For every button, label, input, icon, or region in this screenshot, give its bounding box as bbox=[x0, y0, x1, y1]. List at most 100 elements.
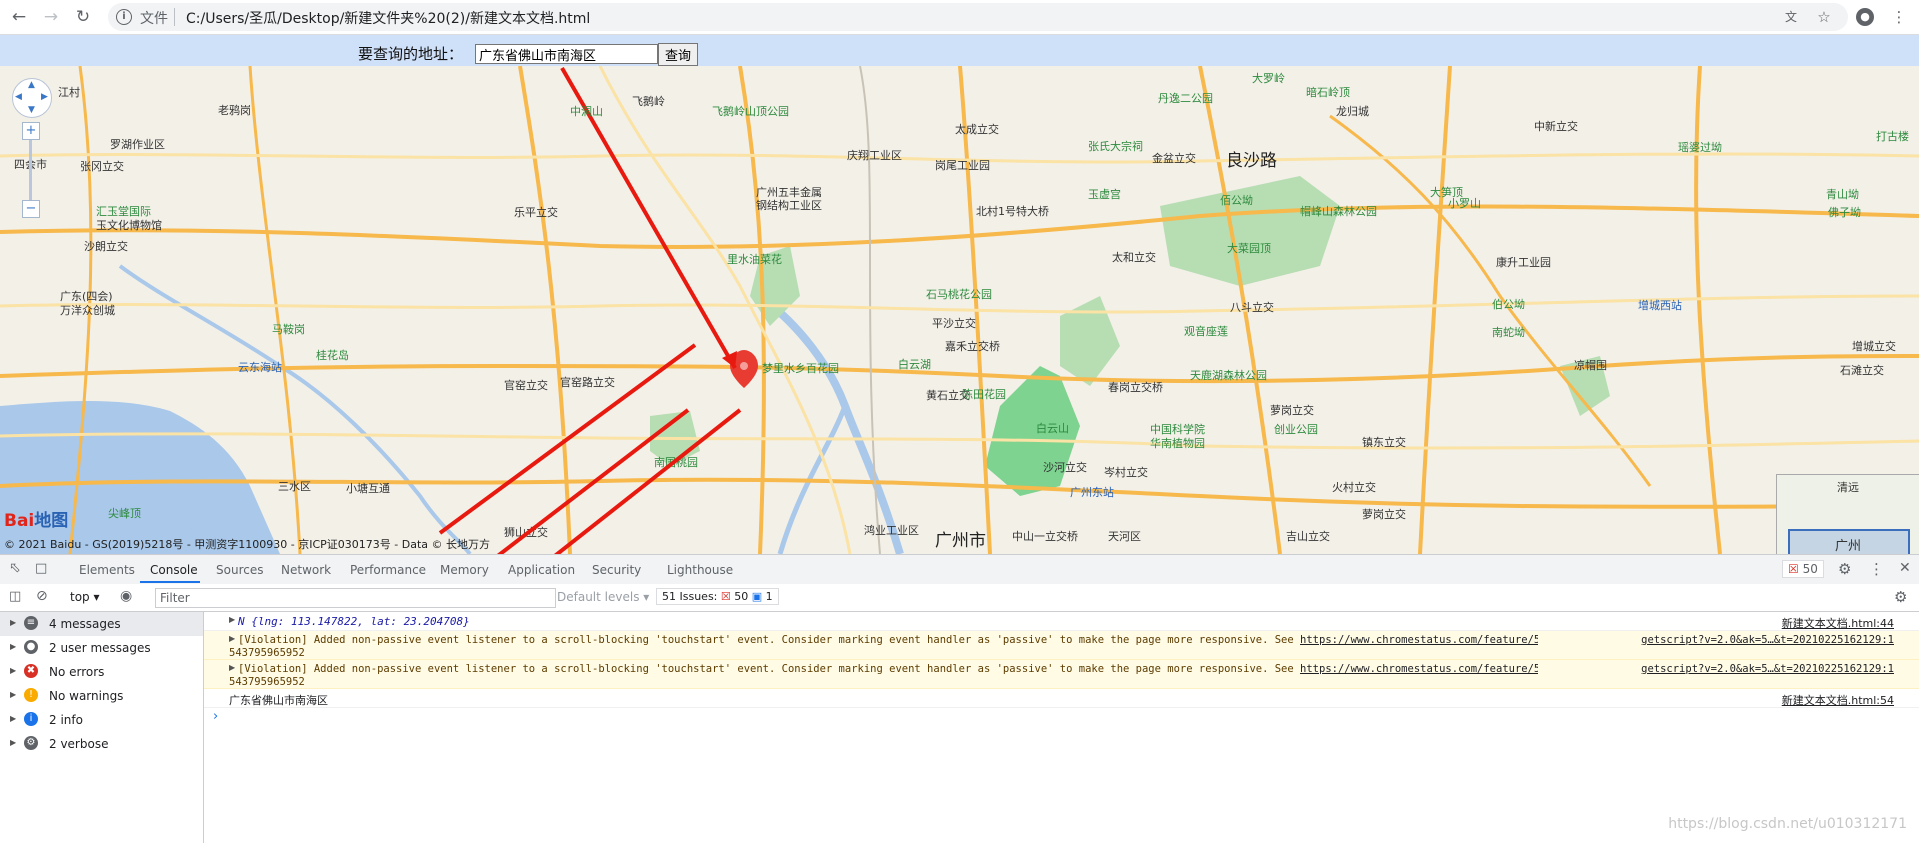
expand-icon[interactable]: ▶ bbox=[10, 690, 16, 699]
map-label[interactable]: 里水油菜花 bbox=[727, 251, 782, 267]
issues-button[interactable]: 51 Issues: ☒ 50 ▣ 1 bbox=[656, 588, 779, 605]
tab-performance[interactable]: Performance bbox=[350, 563, 426, 577]
expand-icon[interactable]: ▶ bbox=[229, 615, 235, 624]
pan-control[interactable]: ▲ ▼ ◀ ▶ bbox=[12, 78, 52, 118]
map-label[interactable]: 增城西站 bbox=[1638, 297, 1682, 313]
console-message[interactable]: ▶ N {lng: 113.147822, lat: 23.204708} 新建… bbox=[204, 612, 1919, 631]
expand-icon[interactable]: ▶ bbox=[229, 663, 235, 672]
map-label[interactable]: 青山坳 bbox=[1826, 186, 1859, 202]
tab-memory[interactable]: Memory bbox=[440, 563, 489, 577]
address-input[interactable] bbox=[475, 44, 658, 64]
tab-application[interactable]: Application bbox=[508, 563, 575, 577]
expand-icon[interactable]: ▶ bbox=[229, 634, 235, 643]
tab-sources[interactable]: Sources bbox=[216, 563, 263, 577]
map-label[interactable]: 华南植物园 bbox=[1150, 435, 1205, 451]
profile-avatar-icon[interactable]: ● bbox=[1856, 8, 1874, 26]
map-label[interactable]: 白云湖 bbox=[898, 356, 931, 372]
map-label[interactable]: 南蛇坳 bbox=[1492, 324, 1525, 340]
console-message-violation[interactable]: ▶ [Violation] Added non-passive event li… bbox=[204, 660, 1919, 689]
console-message[interactable]: 广东省佛山市南海区 新建文本文档.html:54 bbox=[204, 689, 1919, 708]
map-label[interactable]: 玉虚宫 bbox=[1088, 186, 1121, 202]
url-text[interactable]: C:/Users/圣瓜/Desktop/新建文件夹%20(2)/新建文本文档.h… bbox=[186, 8, 590, 28]
map-label[interactable]: 张氏大宗祠 bbox=[1088, 138, 1143, 154]
map-label[interactable]: 观音座莲 bbox=[1184, 323, 1228, 339]
pan-down-icon[interactable]: ▼ bbox=[28, 105, 35, 115]
map-label[interactable]: 梦里水乡百花园 bbox=[762, 360, 839, 376]
sidebar-item[interactable]: ▶ ✖ No errors bbox=[0, 660, 203, 684]
filter-input[interactable]: Filter bbox=[155, 588, 556, 608]
message-source-link[interactable]: 新建文本文档.html:54 bbox=[1782, 692, 1894, 708]
more-options-icon[interactable]: ⋮ bbox=[1869, 560, 1884, 578]
map-label[interactable]: 广州东站 bbox=[1070, 484, 1114, 500]
message-source-link[interactable]: getscript?v=2.0&ak=5…&t=20210225162129:1 bbox=[1641, 663, 1894, 675]
pan-up-icon[interactable]: ▲ bbox=[28, 80, 35, 90]
log-levels-dropdown[interactable]: Default levels ▾ bbox=[557, 590, 649, 604]
context-selector[interactable]: top ▾ bbox=[70, 590, 100, 604]
map-label[interactable]: 尖峰顶 bbox=[108, 505, 141, 521]
violation-link[interactable]: https://www.chromestatus.com/feature/574… bbox=[1300, 663, 1538, 675]
search-button[interactable]: 查询 bbox=[658, 43, 699, 66]
device-toolbar-icon[interactable]: □ bbox=[35, 561, 47, 576]
menu-icon[interactable]: ⋮ bbox=[1890, 8, 1908, 26]
map-label[interactable]: 伯公坳 bbox=[1492, 296, 1525, 312]
sidebar-item[interactable]: ▶! No warnings bbox=[0, 684, 203, 708]
close-devtools-icon[interactable]: ✕ bbox=[1899, 560, 1911, 576]
console-settings-gear-icon[interactable]: ⚙ bbox=[1894, 588, 1907, 606]
map-label[interactable]: 桂花岛 bbox=[316, 347, 349, 363]
zoom-out-button[interactable]: − bbox=[22, 200, 40, 218]
overview-map[interactable]: 清远 广州 bbox=[1776, 474, 1919, 554]
map-label[interactable]: 佛子坳 bbox=[1828, 204, 1861, 220]
info-icon[interactable]: i bbox=[116, 9, 132, 25]
map-label[interactable]: 暗石岭顶 bbox=[1306, 84, 1350, 100]
console-message-violation[interactable]: ▶ [Violation] Added non-passive event li… bbox=[204, 631, 1919, 660]
sidebar-toggle-icon[interactable]: ◫ bbox=[9, 589, 21, 604]
expand-icon[interactable]: ▶ bbox=[10, 666, 16, 675]
map-label[interactable]: 瑶婆过坳 bbox=[1678, 139, 1722, 155]
map-label[interactable]: 大菜园顶 bbox=[1227, 240, 1271, 256]
inspect-icon[interactable]: ⬁ bbox=[9, 560, 21, 576]
map-canvas[interactable]: 江村老鸦岗罗湖作业区四会市张冈立交汇玉堂国际玉文化博物馆沙朗立交广东(四会)万洋… bbox=[0, 66, 1919, 554]
forward-icon[interactable]: → bbox=[40, 6, 62, 28]
expand-icon[interactable]: ▶ bbox=[10, 642, 16, 651]
map-label[interactable]: 佰公坳 bbox=[1220, 192, 1253, 208]
map-label[interactable]: 马鞍岗 bbox=[272, 321, 305, 337]
expand-icon[interactable]: ▶ bbox=[10, 618, 16, 627]
expand-icon[interactable]: ▶ bbox=[10, 714, 16, 723]
reload-icon[interactable]: ↻ bbox=[72, 6, 94, 28]
map-label[interactable]: 丹逸二公园 bbox=[1158, 90, 1213, 106]
clear-console-icon[interactable]: ⊘ bbox=[36, 588, 48, 604]
map-label[interactable]: 南国桃园 bbox=[654, 454, 698, 470]
map-label[interactable]: 帽峰山森林公园 bbox=[1300, 203, 1377, 219]
map-label[interactable]: 打古楼 bbox=[1876, 128, 1909, 144]
tab-elements[interactable]: Elements bbox=[79, 563, 135, 577]
zoom-slider[interactable] bbox=[29, 140, 32, 200]
translate-icon[interactable]: 文 bbox=[1782, 8, 1800, 26]
tab-network[interactable]: Network bbox=[281, 563, 331, 577]
violation-link[interactable]: https://www.chromestatus.com/feature/574… bbox=[1300, 634, 1538, 646]
error-count-badge[interactable]: ☒ 50 bbox=[1782, 560, 1824, 578]
map-label[interactable]: 石马桃花公园 bbox=[926, 286, 992, 302]
zoom-in-button[interactable]: + bbox=[22, 122, 40, 140]
map-label[interactable]: 陈田花园 bbox=[962, 386, 1006, 402]
map-label[interactable]: 云东海站 bbox=[238, 359, 282, 375]
message-source-link[interactable]: getscript?v=2.0&ak=5…&t=20210225162129:1 bbox=[1641, 634, 1894, 646]
console-prompt-icon[interactable]: › bbox=[213, 709, 218, 724]
sidebar-item[interactable]: ▶ ● 2 user messages bbox=[0, 636, 203, 660]
tab-security[interactable]: Security bbox=[592, 563, 641, 577]
map-label[interactable]: 天鹿湖森林公园 bbox=[1190, 367, 1267, 383]
map-label[interactable]: 中洞山 bbox=[570, 103, 603, 119]
sidebar-item[interactable]: ▶ ⚙ 2 verbose bbox=[0, 732, 203, 756]
star-icon[interactable]: ☆ bbox=[1815, 8, 1833, 26]
back-icon[interactable]: ← bbox=[8, 6, 30, 28]
tab-console[interactable]: Console bbox=[150, 563, 198, 577]
tab-lighthouse[interactable]: Lighthouse bbox=[667, 563, 733, 577]
eye-icon[interactable]: ◉ bbox=[120, 588, 132, 604]
map-label[interactable]: 白云山 bbox=[1036, 420, 1069, 436]
map-label[interactable]: 飞鹅岭山顶公园 bbox=[712, 103, 789, 119]
map-label[interactable]: 创业公园 bbox=[1274, 421, 1318, 437]
map-label[interactable]: 大笋顶 bbox=[1430, 184, 1463, 200]
settings-gear-icon[interactable]: ⚙ bbox=[1838, 560, 1851, 578]
map-label[interactable]: 大罗岭 bbox=[1252, 70, 1285, 86]
pan-left-icon[interactable]: ◀ bbox=[15, 92, 22, 102]
address-bar[interactable]: i 文件 C:/Users/圣瓜/Desktop/新建文件夹%20(2)/新建文… bbox=[108, 3, 1848, 31]
